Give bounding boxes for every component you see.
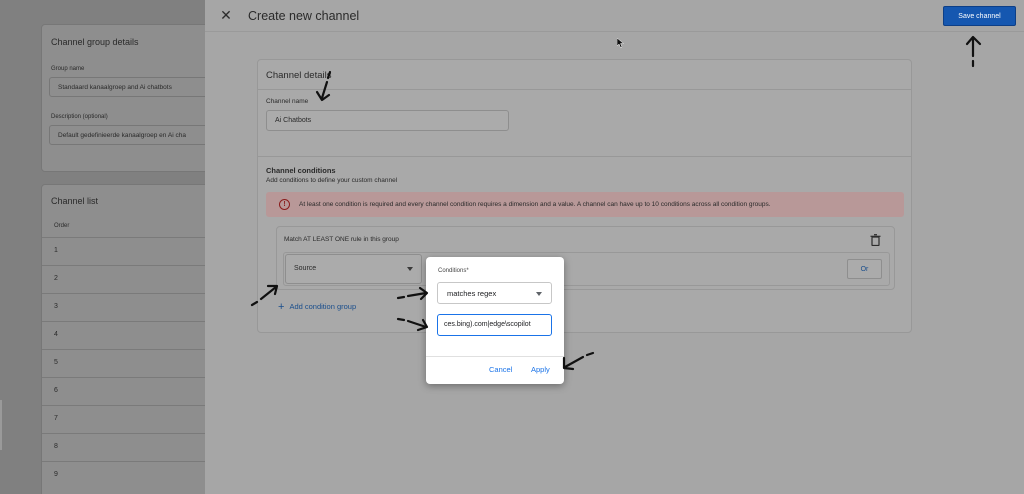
- add-condition-group-label: Add condition group: [289, 302, 357, 311]
- apply-button[interactable]: Apply: [531, 365, 550, 374]
- chevron-down-icon: [536, 292, 542, 296]
- table-row[interactable]: 5: [42, 349, 205, 377]
- channel-group-details-card: Channel group details Group name Standaa…: [41, 24, 205, 172]
- divider: [258, 89, 911, 90]
- channel-conditions-subtitle: Add conditions to define your custom cha…: [266, 177, 398, 184]
- divider: [258, 156, 911, 157]
- operator-select[interactable]: matches regex: [437, 282, 552, 304]
- save-channel-button[interactable]: Save channel: [943, 6, 1016, 26]
- condition-group-label: Match AT LEAST ONE rule in this group: [284, 236, 399, 243]
- channel-list-title: Channel list: [51, 196, 99, 206]
- trash-icon[interactable]: [870, 234, 881, 246]
- scrollbar[interactable]: [0, 400, 2, 450]
- operator-select-value: matches regex: [447, 289, 497, 298]
- group-name-input[interactable]: Standaard kanaalgroep and Ai chatbots: [49, 77, 205, 97]
- add-condition-group-button[interactable]: + Add condition group: [278, 301, 356, 313]
- error-banner: ! At least one condition is required and…: [266, 192, 904, 217]
- conditions-label: Conditions*: [438, 268, 469, 274]
- table-row[interactable]: 2: [42, 265, 205, 293]
- annotation-arrow-icon: [315, 70, 332, 102]
- mouse-cursor-icon: [617, 38, 625, 48]
- panel-header: ✕ Create new channel Save channel: [205, 0, 1024, 32]
- cancel-button[interactable]: Cancel: [489, 365, 512, 374]
- dimension-select-value: Source: [294, 265, 317, 272]
- group-name-label: Group name: [51, 66, 85, 72]
- table-row[interactable]: 4: [42, 321, 205, 349]
- condition-group: Match AT LEAST ONE rule in this group So…: [276, 226, 895, 290]
- order-column-header: Order: [54, 223, 70, 229]
- description-label: Description (optional): [51, 114, 108, 120]
- table-row[interactable]: 9: [42, 461, 205, 489]
- table-row[interactable]: 3: [42, 293, 205, 321]
- close-icon[interactable]: ✕: [219, 8, 233, 22]
- divider: [426, 356, 564, 357]
- annotation-arrow-icon: [562, 351, 595, 371]
- condition-value-input[interactable]: ces.bing).com|edge\scopilot: [437, 314, 552, 336]
- table-row[interactable]: 7: [42, 405, 205, 433]
- channel-group-details-title: Channel group details: [51, 37, 139, 47]
- chevron-down-icon: [407, 267, 413, 271]
- page-title: Create new channel: [248, 9, 360, 23]
- condition-rule-row: Source Or: [283, 252, 890, 286]
- error-text: At least one condition is required and e…: [299, 201, 771, 208]
- table-row[interactable]: 6: [42, 377, 205, 405]
- dimension-select[interactable]: Source: [285, 254, 422, 284]
- table-row[interactable]: 1: [42, 237, 205, 265]
- annotation-arrow-icon: [396, 286, 429, 301]
- annotation-arrow-icon: [250, 284, 279, 307]
- condition-popup: Conditions* matches regex ces.bing).com|…: [426, 257, 564, 384]
- annotation-arrow-icon: [396, 317, 429, 332]
- channel-conditions-title: Channel conditions: [266, 166, 336, 175]
- channel-name-label: Channel name: [266, 98, 309, 105]
- table-row[interactable]: 8: [42, 433, 205, 461]
- channel-details-card: Channel details Channel name Ai Chatbots…: [257, 59, 912, 333]
- annotation-arrow-icon: [965, 35, 982, 68]
- background-page: Channel group details Group name Standaa…: [0, 0, 205, 494]
- channel-list-card: Channel list Order 1 2 3 4 5 6 7 8 9: [41, 184, 205, 494]
- description-input[interactable]: Default gedefinieerde kanaalgroep en Ai …: [49, 125, 205, 145]
- alert-icon: !: [279, 199, 290, 210]
- channel-name-input[interactable]: Ai Chatbots: [266, 110, 509, 131]
- or-button[interactable]: Or: [847, 259, 882, 279]
